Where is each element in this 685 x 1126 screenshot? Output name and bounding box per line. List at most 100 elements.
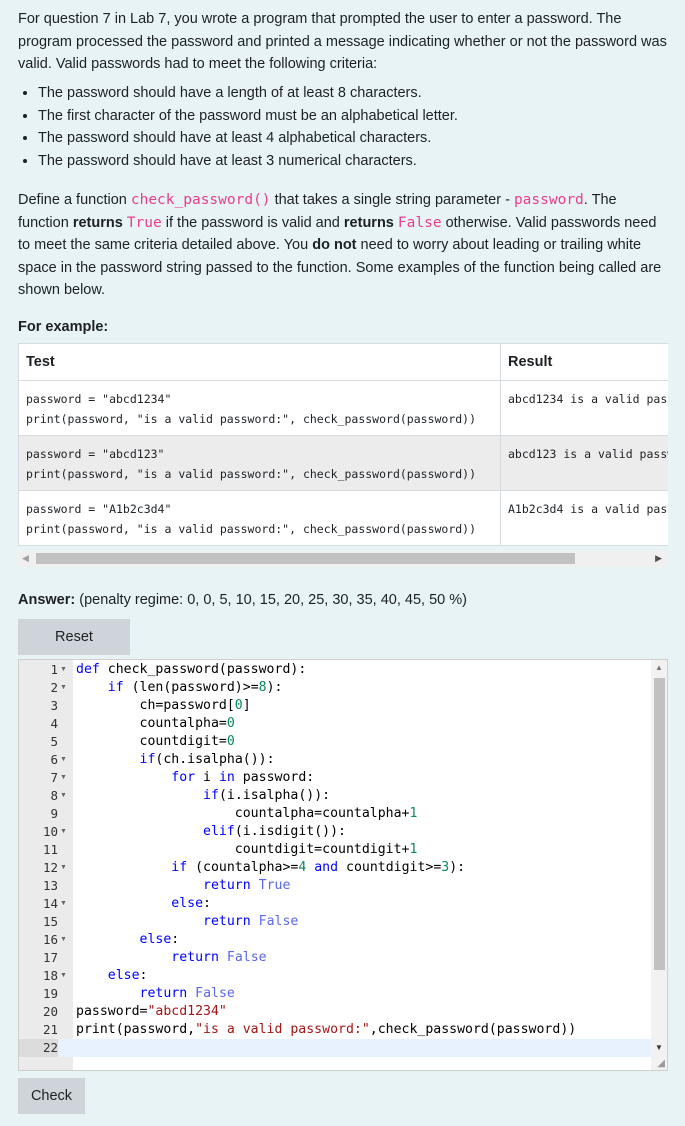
result-cell: A1b2c3d4 is a valid password: True [500,490,668,546]
code-text[interactable]: return True [76,877,290,895]
false-value-code: False [397,214,442,231]
fold-arrow-icon[interactable]: ▼ [60,823,67,841]
code-text[interactable]: return False [76,985,235,1003]
test-cell: password = "abcd1234" print(password, "i… [18,380,501,436]
line-number: 15 [42,914,58,929]
line-number: 16 [42,932,58,947]
code-text[interactable]: def check_password(password): [76,661,306,679]
code-line[interactable]: 3 ch=password[0] [19,697,651,715]
question-intro: For question 7 in Lab 7, you wrote a pro… [18,11,667,72]
fold-arrow-icon[interactable]: ▼ [60,661,67,679]
fold-arrow-icon[interactable]: ▼ [60,967,67,985]
penalty-regime: (penalty regime: 0, 0, 5, 10, 15, 20, 25… [79,592,467,608]
scrollbar-thumb[interactable] [36,553,575,564]
code-line[interactable]: 20 password="abcd1234" [19,1003,651,1021]
fold-arrow-icon[interactable]: ▼ [60,895,67,913]
reset-answer-button[interactable]: Reset answer [18,619,130,681]
scroll-up-arrow-icon[interactable]: ▲ [655,663,663,672]
code-line[interactable]: 11 countdigit=countdigit+1 [19,841,651,859]
for-example-heading: For example: [18,319,109,335]
line-number: 5 [50,734,58,749]
examples-table: Test Result password = "abcd1234" print(… [18,343,668,546]
code-text[interactable]: if (countalpha>=4 and countdigit>=3): [76,859,465,877]
line-number: 1 [50,662,58,677]
code-text[interactable]: if(i.isalpha()): [76,787,330,805]
parameter-name-code: password [513,192,584,208]
question-definition: Define a function check_password() that … [18,189,668,302]
code-text[interactable]: countdigit=0 [76,733,235,751]
code-text[interactable]: password="abcd1234" [76,1003,227,1021]
code-text[interactable]: else: [76,895,211,913]
code-line[interactable]: 9 countalpha=countalpha+1 [19,805,651,823]
editor-vertical-scrollbar[interactable]: ▲ ▼ [651,660,667,1070]
code-text[interactable]: if(ch.isalpha()): [76,751,275,769]
answer-heading: Answer: (penalty regime: 0, 0, 5, 10, 15… [18,589,467,612]
test-column-header: Test [18,343,501,381]
definition-text: that takes a single string parameter - [270,192,514,208]
code-text[interactable]: for i in password: [76,769,314,787]
table-header-row: Test Result [18,343,668,381]
code-line[interactable]: 2 ▼ if (len(password)>=8): [19,679,651,697]
line-number: 20 [42,1004,58,1019]
code-line[interactable]: 6 ▼ if(ch.isalpha()): [19,751,651,769]
code-text[interactable]: countdigit=countdigit+1 [76,841,418,859]
code-text[interactable]: else: [76,967,148,985]
line-number: 19 [42,986,58,1001]
code-line[interactable]: 1 ▼ def check_password(password): [19,661,651,679]
scroll-left-arrow-icon[interactable]: ◀ [22,553,29,564]
table-horizontal-scrollbar[interactable]: ◀ ▶ [18,551,667,567]
scroll-down-arrow-icon[interactable]: ▼ [655,1043,663,1052]
fold-arrow-icon[interactable]: ▼ [60,769,67,787]
line-number: 21 [42,1022,58,1037]
code-line[interactable]: 10 ▼ elif(i.isdigit()): [19,823,651,841]
code-text[interactable]: print(password,"is a valid password:",ch… [76,1021,576,1039]
code-line[interactable]: 18 ▼ else: [19,967,651,985]
check-button[interactable]: Check [18,1078,85,1114]
scroll-right-arrow-icon[interactable]: ▶ [655,553,662,564]
code-text[interactable]: if (len(password)>=8): [76,679,283,697]
code-line[interactable]: 16 ▼ else: [19,931,651,949]
criteria-item: The password should have at least 4 alph… [38,127,678,150]
code-line[interactable]: 4 countalpha=0 [19,715,651,733]
code-line[interactable]: 15 return False [19,913,651,931]
code-text[interactable]: return False [76,949,266,967]
code-line[interactable]: 22 [19,1039,651,1057]
criteria-item: The password should have a length of at … [38,82,678,105]
code-line[interactable]: 19 return False [19,985,651,1003]
test-cell: password = "abcd123" print(password, "is… [18,435,501,491]
scrollbar-thumb[interactable] [654,678,665,970]
code-line[interactable]: 14 ▼ else: [19,895,651,913]
fold-arrow-icon[interactable]: ▼ [60,751,67,769]
code-line[interactable]: 17 return False [19,949,651,967]
resize-grip-icon[interactable]: ◢ [657,1058,665,1069]
code-line[interactable]: 5 countdigit=0 [19,733,651,751]
fold-arrow-icon[interactable]: ▼ [60,787,67,805]
code-line[interactable]: 13 return True [19,877,651,895]
true-value-code: True [126,214,162,231]
line-number: 3 [50,698,58,713]
criteria-item: The password should have at least 3 nume… [38,150,678,173]
criteria-item: The first character of the password must… [38,105,678,128]
function-name-code: check_password() [130,192,271,208]
line-number: 12 [42,860,58,875]
code-editor[interactable]: ▲ ▼ ◢ 1 ▼ def check_password(password): 2 ▼ … [18,659,668,1071]
result-cell: abcd1234 is a valid password: True [500,380,668,436]
code-text[interactable]: countalpha=countalpha+1 [76,805,418,823]
code-line[interactable]: 7 ▼ for i in password: [19,769,651,787]
table-row: password = "A1b2c3d4" print(password, "i… [18,490,668,546]
code-text[interactable]: countalpha=0 [76,715,235,733]
line-number: 11 [42,842,58,857]
code-text[interactable]: else: [76,931,180,949]
code-line[interactable]: 21 print(password,"is a valid password:",… [19,1021,651,1039]
fold-arrow-icon[interactable]: ▼ [60,859,67,877]
fold-arrow-icon[interactable]: ▼ [60,931,67,949]
criteria-list: The password should have a length of at … [18,82,678,172]
code-line[interactable]: 8 ▼ if(i.isalpha()): [19,787,651,805]
code-text[interactable]: ch=password[0] [76,697,251,715]
code-text[interactable]: return False [76,913,298,931]
fold-arrow-icon[interactable]: ▼ [60,679,67,697]
definition-text: Define a function [18,192,131,208]
code-line[interactable]: 12 ▼ if (countalpha>=4 and countdigit>=3)… [19,859,651,877]
code-text[interactable]: elif(i.isdigit()): [76,823,346,841]
line-number: 17 [42,950,58,965]
